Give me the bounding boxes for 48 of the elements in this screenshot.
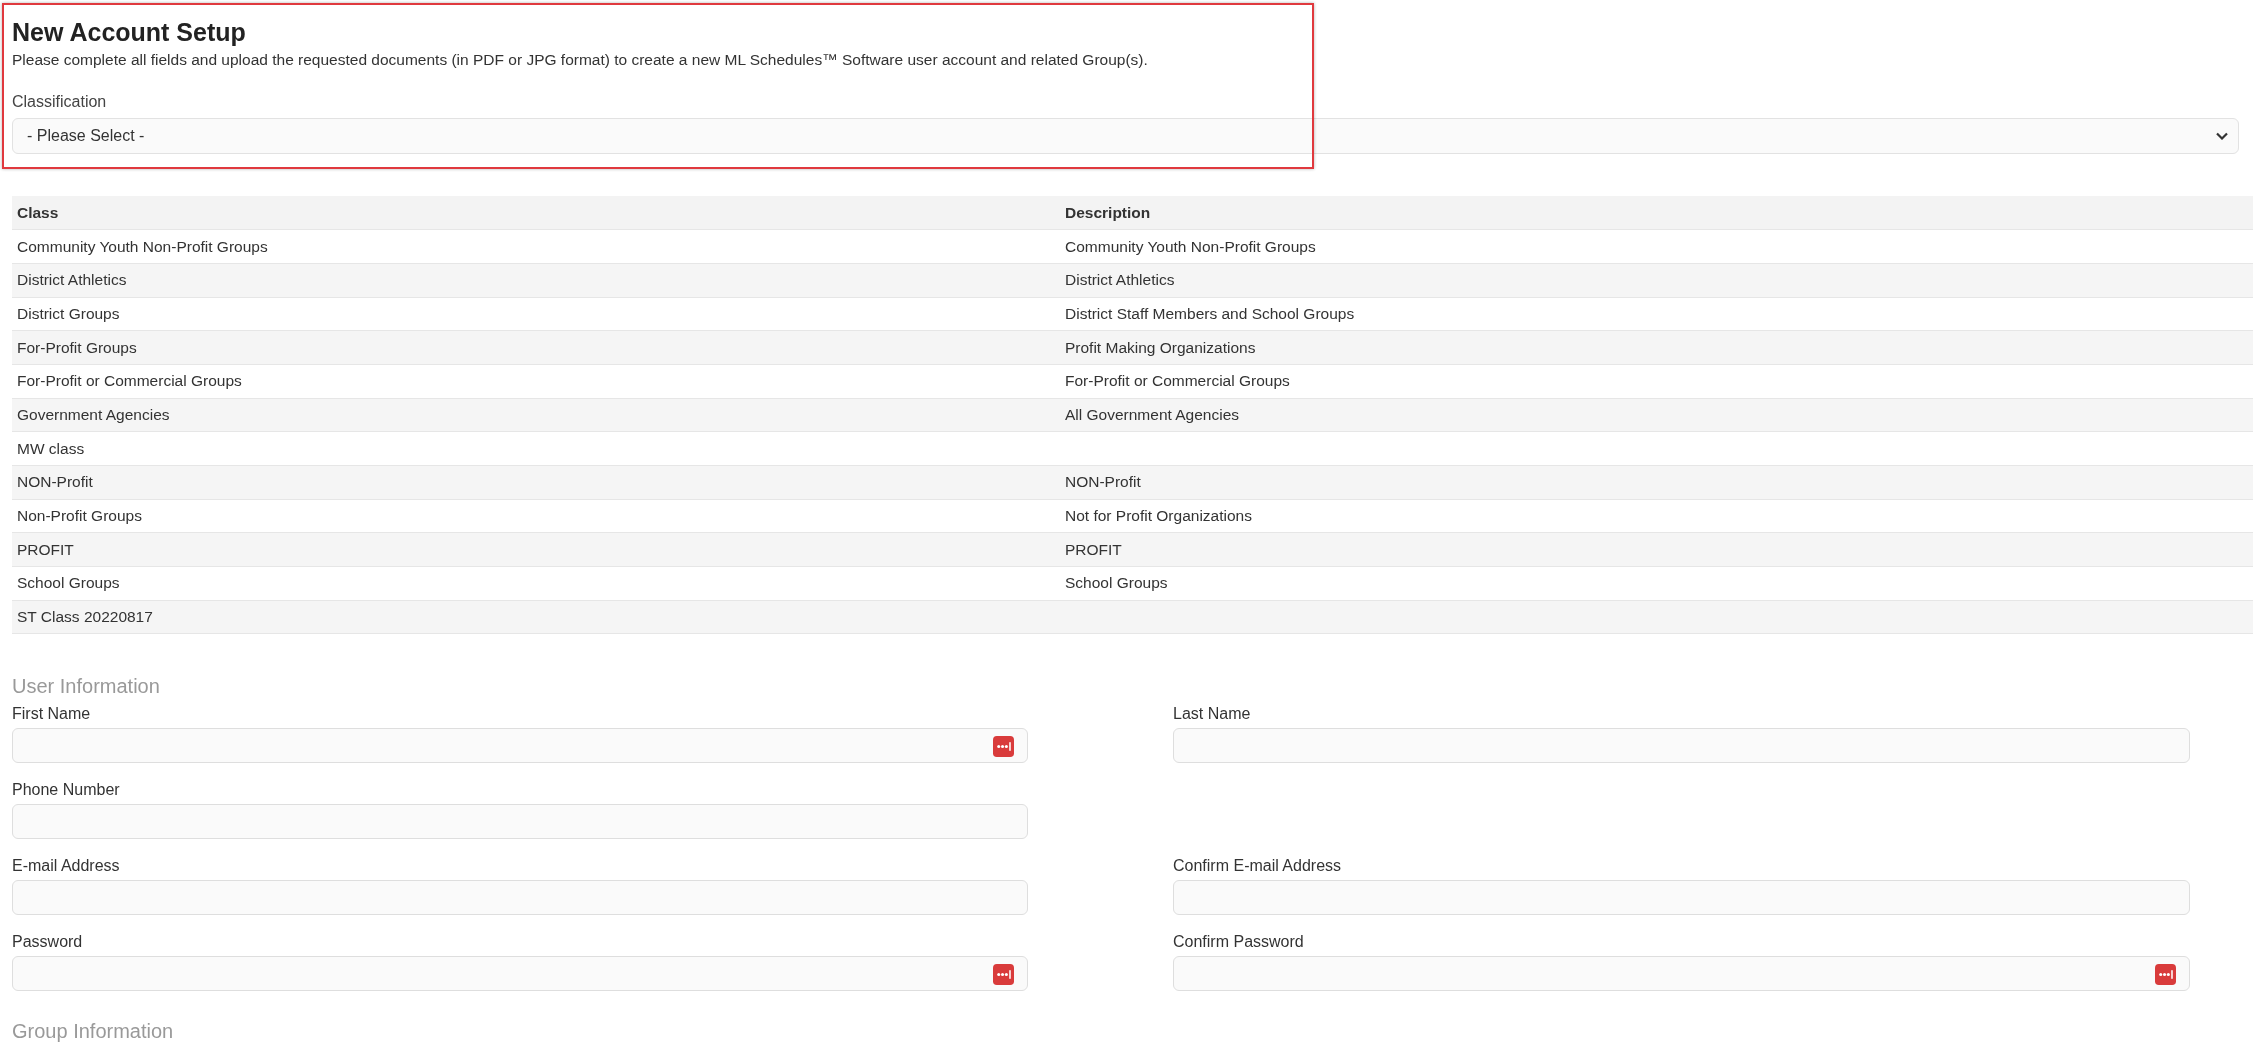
column-header: Class	[12, 196, 1060, 230]
page-description: Please complete all fields and upload the requested documents (in PDF or JPG format) to create a new ML Schedules™ Software user account and related Group(s).	[12, 50, 1149, 70]
table-cell: Profit Making Organizations	[1065, 338, 1256, 356]
section-heading: User Information	[12, 674, 161, 699]
input-field[interactable]	[1173, 880, 2190, 916]
table-cell: NON-Profit	[1065, 473, 1141, 491]
table-cell: District Groups	[17, 304, 120, 322]
page-title: New Account Setup	[12, 17, 247, 48]
table-cell: NON-Profit	[17, 473, 93, 491]
table-cell: For-Profit or Commercial Groups	[1065, 372, 1290, 390]
password-manager-icon[interactable]	[993, 736, 1014, 758]
password-manager-icon[interactable]	[2155, 964, 2176, 986]
field-label: Phone Number	[12, 780, 121, 801]
table-cell: School Groups	[1065, 574, 1168, 592]
table-cell: Community Youth Non-Profit Groups	[1065, 237, 1316, 255]
table-cell: Non-Profit Groups	[17, 507, 142, 525]
table-cell: District Athletics	[1065, 271, 1175, 289]
field-label: Last Name	[1173, 704, 1252, 725]
table-cell: Not for Profit Organizations	[1065, 507, 1252, 525]
input-field[interactable]	[12, 804, 1028, 840]
table-cell: All Government Agencies	[1065, 405, 1240, 423]
table-cell: MW class	[17, 439, 85, 457]
password-manager-icon[interactable]	[993, 964, 1014, 986]
input-field[interactable]	[1173, 728, 2190, 764]
table-cell: ST Class 20220817	[17, 608, 153, 626]
input-field[interactable]	[12, 728, 1028, 764]
table-cell: School Groups	[17, 574, 120, 592]
table-cell: Government Agencies	[17, 405, 170, 423]
table-cell: Community Youth Non-Profit Groups	[17, 237, 268, 255]
input-field[interactable]	[1173, 956, 2190, 992]
table-cell: District Staff Members and School Groups	[1065, 304, 1355, 322]
field-label: First Name	[12, 704, 92, 725]
field-label: Confirm Password	[1173, 932, 1305, 953]
classification-label: Classification	[12, 92, 108, 112]
input-field[interactable]	[12, 880, 1028, 916]
classification-dropdown[interactable]: - Please Select -	[12, 118, 2239, 154]
field-label: Confirm E-mail Address	[1173, 856, 1343, 877]
column-header: Description	[1060, 196, 2253, 230]
table-cell: District Athletics	[17, 271, 127, 289]
field-label: E-mail Address	[12, 856, 121, 877]
input-field[interactable]	[12, 956, 1028, 992]
section-heading: Group Information	[12, 1019, 175, 1044]
table-cell: For-Profit or Commercial Groups	[17, 372, 242, 390]
table-cell: PROFIT	[1065, 540, 1122, 558]
table-cell: For-Profit Groups	[17, 338, 137, 356]
table-cell: PROFIT	[17, 540, 74, 558]
field-label: Password	[12, 932, 84, 953]
chevron-down-icon	[2216, 132, 2228, 140]
